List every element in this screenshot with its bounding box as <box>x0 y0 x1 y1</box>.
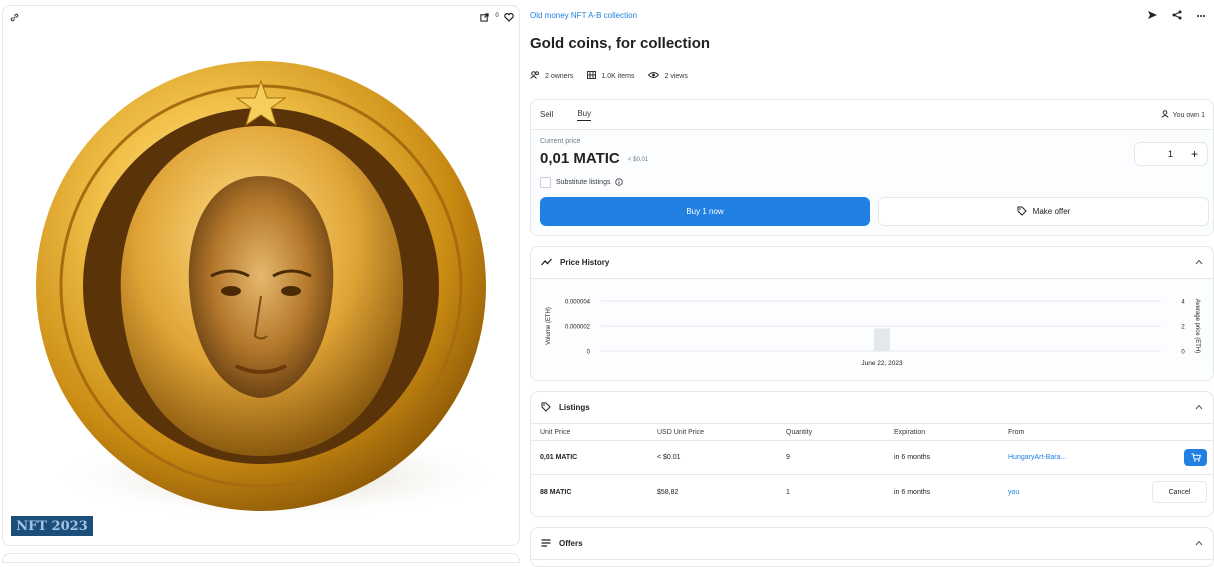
price-history-card: Price History 0.000004 4 0.000002 2 0 0 Volume… <box>530 246 1214 381</box>
table-row: 88 MATIC $58,82 1 in 6 months you Cancel <box>531 475 1213 509</box>
price-history-header[interactable]: Price History <box>531 247 1213 279</box>
items-stat: 1.0K items <box>587 71 634 81</box>
tab-buy[interactable]: Buy <box>577 109 592 121</box>
owners-stat[interactable]: 2 owners <box>530 71 573 81</box>
listings-table-header: Unit Price USD Unit Price Quantity Expir… <box>531 424 1213 441</box>
col-unit-price: Unit Price <box>540 428 571 436</box>
like-count: 0 <box>495 13 499 19</box>
send-icon[interactable] <box>1147 10 1158 23</box>
y2-tick-label: 2 <box>1181 325 1185 331</box>
substitute-listings[interactable]: Substitute listings <box>540 177 624 188</box>
views-stat: 2 views <box>648 71 688 81</box>
you-own: You own 1 <box>1160 110 1205 120</box>
nft-image-panel: 0 NFT 2023 <box>2 5 520 546</box>
buy-now-button[interactable]: Buy 1 now <box>540 197 870 226</box>
item-details: Old money NFT A-B collection Gold coins,… <box>530 0 1214 567</box>
price-chart: 0.000004 4 0.000002 2 0 0 Volume (ETH) Average … <box>531 279 1213 379</box>
tag-icon <box>541 402 551 414</box>
item-stats: 2 owners 1.0K items 2 views <box>530 71 688 81</box>
plus-button[interactable]: + <box>1191 147 1198 161</box>
tab-sell[interactable]: Sell <box>540 110 553 119</box>
col-expiration: Expiration <box>894 428 926 436</box>
left-lower-card <box>2 553 520 563</box>
owners-icon <box>530 71 540 81</box>
price-history-title: Price History <box>560 258 610 267</box>
collection-link[interactable]: Old money NFT A-B collection <box>530 11 637 20</box>
add-to-cart-button[interactable] <box>1184 449 1207 466</box>
volume-bar <box>874 328 890 351</box>
views-label: 2 views <box>664 72 688 80</box>
seller-link[interactable]: HungaryArt-Bara... <box>1008 454 1066 461</box>
y-tick-label: 0.000004 <box>565 300 591 306</box>
substitute-label: Substitute listings <box>556 179 611 186</box>
y2-axis-label: Average price (ETH) <box>1194 299 1200 354</box>
offers-card: Offers <box>530 527 1214 567</box>
cart-icon <box>1191 453 1201 462</box>
quantity-stepper[interactable]: 1 + <box>1134 142 1208 166</box>
quantity-value[interactable]: 1 <box>1168 149 1173 159</box>
col-from: From <box>1008 428 1025 436</box>
image-toolbar: 0 <box>3 6 519 30</box>
chevron-up-icon[interactable] <box>1195 258 1203 267</box>
listings-card: Listings Unit Price USD Unit Price Quant… <box>530 391 1214 517</box>
more-icon[interactable] <box>1196 10 1206 23</box>
cancel-button[interactable]: Cancel <box>1152 481 1207 503</box>
expiration: in 6 months <box>894 488 931 496</box>
seller-link[interactable]: you <box>1008 489 1019 496</box>
owners-label: 2 owners <box>545 72 574 80</box>
quantity: 1 <box>786 488 790 496</box>
eye-icon <box>648 71 660 81</box>
unit-price: 88 MATIC <box>540 488 572 496</box>
watermark: NFT 2023 <box>11 516 93 536</box>
y2-tick-label: 0 <box>1181 350 1185 356</box>
chevron-up-icon[interactable] <box>1195 539 1203 548</box>
y-tick-label: 0 <box>587 350 591 356</box>
col-usd-unit-price: USD Unit Price <box>657 428 705 436</box>
current-price-label: Current price <box>540 138 581 145</box>
y-axis-label: Volume (ETH) <box>546 307 552 345</box>
offers-header[interactable]: Offers <box>531 528 1213 560</box>
you-own-label: You own 1 <box>1172 111 1205 119</box>
trade-tabs: Sell Buy You own 1 <box>531 100 1213 130</box>
price-history-chart: 0.000004 4 0.000002 2 0 0 Volume (ETH) Average … <box>546 299 1200 367</box>
table-row: 0,01 MATIC < $0.01 9 in 6 months Hungary… <box>531 441 1213 475</box>
list-icon <box>541 538 551 549</box>
y2-tick-label: 4 <box>1181 300 1185 306</box>
link-icon[interactable] <box>8 11 20 23</box>
heart-icon[interactable] <box>503 12 514 23</box>
grid-icon <box>587 71 597 81</box>
person-icon <box>1160 110 1169 120</box>
unit-price: 0,01 MATIC <box>540 454 578 461</box>
substitute-checkbox[interactable] <box>540 177 551 188</box>
listings-title: Listings <box>559 403 590 412</box>
x-tick-label: June 22, 2023 <box>861 360 903 367</box>
current-price: 0,01 MATIC <box>540 150 620 167</box>
buy-card: Sell Buy You own 1 Current price 0,01 MA… <box>530 99 1214 236</box>
quantity: 9 <box>786 454 790 461</box>
external-link-icon[interactable] <box>479 12 490 23</box>
usd-price: < $0.01 <box>657 454 681 461</box>
make-offer-button[interactable]: Make offer <box>878 197 1209 226</box>
info-icon[interactable] <box>615 177 624 188</box>
gold-coin-image <box>11 36 511 541</box>
usd-price: $58,82 <box>657 488 679 496</box>
trend-icon <box>541 258 552 268</box>
tag-icon <box>1017 206 1027 218</box>
item-title: Gold coins, for collection <box>530 35 711 52</box>
listings-header[interactable]: Listings <box>531 392 1213 424</box>
header-actions <box>1147 10 1206 23</box>
make-offer-label: Make offer <box>1032 207 1071 216</box>
offers-title: Offers <box>559 539 583 548</box>
chevron-up-icon[interactable] <box>1195 403 1203 412</box>
col-quantity: Quantity <box>786 428 813 436</box>
y-tick-label: 0.000002 <box>565 325 591 331</box>
expiration: in 6 months <box>894 454 931 461</box>
items-label: 1.0K items <box>601 72 635 80</box>
share-icon[interactable] <box>1172 10 1182 23</box>
current-price-usd: < $0.01 <box>628 157 649 163</box>
buy-body: Current price 0,01 MATIC < $0.01 1 + Sub… <box>531 130 1213 232</box>
